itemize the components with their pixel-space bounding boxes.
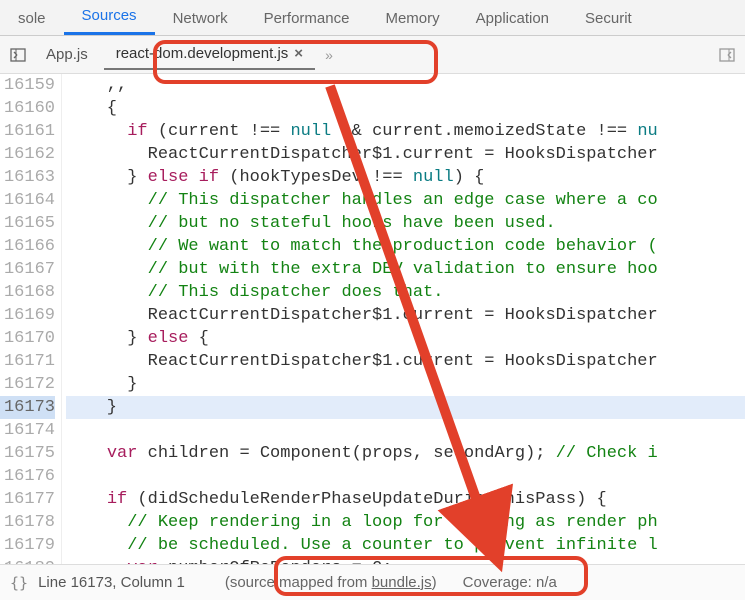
line-number[interactable]: 16172 (0, 373, 55, 396)
file-tab-label: react-dom.development.js (116, 45, 289, 62)
line-number[interactable]: 16159 (0, 74, 55, 97)
file-tab-react-dom[interactable]: react-dom.development.js × (104, 39, 315, 70)
code-line[interactable]: if (current !== null && current.memoized… (66, 120, 745, 143)
close-icon[interactable]: × (294, 45, 303, 62)
devtools-panel-tabs: sole Sources Network Performance Memory … (0, 0, 745, 36)
line-number[interactable]: 16171 (0, 350, 55, 373)
line-number[interactable]: 16173 (0, 396, 55, 419)
code-line[interactable]: // Keep rendering in a loop for as long … (66, 511, 745, 534)
code-line[interactable]: // We want to match the production code … (66, 235, 745, 258)
line-number[interactable]: 16169 (0, 304, 55, 327)
line-number[interactable]: 16162 (0, 143, 55, 166)
code-line[interactable] (66, 419, 745, 442)
code-line[interactable]: // This dispatcher does that. (66, 281, 745, 304)
line-number[interactable]: 16179 (0, 534, 55, 557)
code-line[interactable]: } else { (66, 327, 745, 350)
pretty-print-icon[interactable]: {} (10, 574, 28, 592)
line-number[interactable]: 16161 (0, 120, 55, 143)
code-line[interactable]: // but with the extra DEV validation to … (66, 258, 745, 281)
line-number[interactable]: 16166 (0, 235, 55, 258)
code-editor[interactable]: 1615916160161611616216163161641616516166… (0, 74, 745, 564)
line-number[interactable]: 16164 (0, 189, 55, 212)
line-number-gutter: 1615916160161611616216163161641616516166… (0, 74, 62, 564)
file-tab-label: App.js (46, 46, 88, 63)
code-line[interactable]: { (66, 97, 745, 120)
code-line[interactable]: // but no stateful hooks have been used. (66, 212, 745, 235)
line-number[interactable]: 16170 (0, 327, 55, 350)
code-line[interactable]: // be scheduled. Use a counter to preven… (66, 534, 745, 557)
coverage-info: Coverage: n/a (463, 574, 557, 591)
file-tabs-row: App.js react-dom.development.js × » (0, 36, 745, 74)
code-line[interactable]: } else if (hookTypesDev !== null) { (66, 166, 745, 189)
cursor-position: Line 16173, Column 1 (38, 574, 185, 591)
code-line[interactable]: ReactCurrentDispatcher$1.current = Hooks… (66, 143, 745, 166)
line-number[interactable]: 16178 (0, 511, 55, 534)
source-map-link[interactable]: bundle.js (372, 574, 432, 591)
code-line[interactable]: if (didScheduleRenderPhaseUpdateDuringTh… (66, 488, 745, 511)
code-line[interactable]: ,, (66, 74, 745, 97)
line-number[interactable]: 16165 (0, 212, 55, 235)
code-line[interactable]: var numberOfReRenders = 0; (66, 557, 745, 564)
code-content[interactable]: ,, { if (current !== null && current.mem… (62, 74, 745, 564)
tab-security[interactable]: Securit (567, 2, 650, 35)
tab-network[interactable]: Network (155, 2, 246, 35)
line-number[interactable]: 16180 (0, 557, 55, 564)
line-number[interactable]: 16168 (0, 281, 55, 304)
code-line[interactable] (66, 465, 745, 488)
line-number[interactable]: 16167 (0, 258, 55, 281)
line-number[interactable]: 16177 (0, 488, 55, 511)
code-line[interactable]: ReactCurrentDispatcher$1.current = Hooks… (66, 304, 745, 327)
code-line[interactable]: // This dispatcher handles an edge case … (66, 189, 745, 212)
file-tab-appjs[interactable]: App.js (34, 40, 100, 69)
line-number[interactable]: 16160 (0, 97, 55, 120)
line-number[interactable]: 16174 (0, 419, 55, 442)
status-bar: {} Line 16173, Column 1 (source mapped f… (0, 564, 745, 600)
code-line[interactable]: var children = Component(props, secondAr… (66, 442, 745, 465)
line-number[interactable]: 16176 (0, 465, 55, 488)
line-number[interactable]: 16163 (0, 166, 55, 189)
show-debugger-icon[interactable] (715, 43, 739, 67)
tab-sources[interactable]: Sources (64, 0, 155, 35)
code-line[interactable]: ReactCurrentDispatcher$1.current = Hooks… (66, 350, 745, 373)
source-map-info[interactable]: (source mapped from bundle.js) (225, 574, 437, 591)
code-line[interactable]: } (66, 396, 745, 419)
code-line[interactable]: } (66, 373, 745, 396)
tab-performance[interactable]: Performance (246, 2, 368, 35)
tab-application[interactable]: Application (458, 2, 567, 35)
line-number[interactable]: 16175 (0, 442, 55, 465)
more-tabs-icon[interactable]: » (319, 47, 339, 63)
tab-memory[interactable]: Memory (367, 2, 457, 35)
tab-console[interactable]: sole (0, 2, 64, 35)
show-navigator-icon[interactable] (6, 43, 30, 67)
